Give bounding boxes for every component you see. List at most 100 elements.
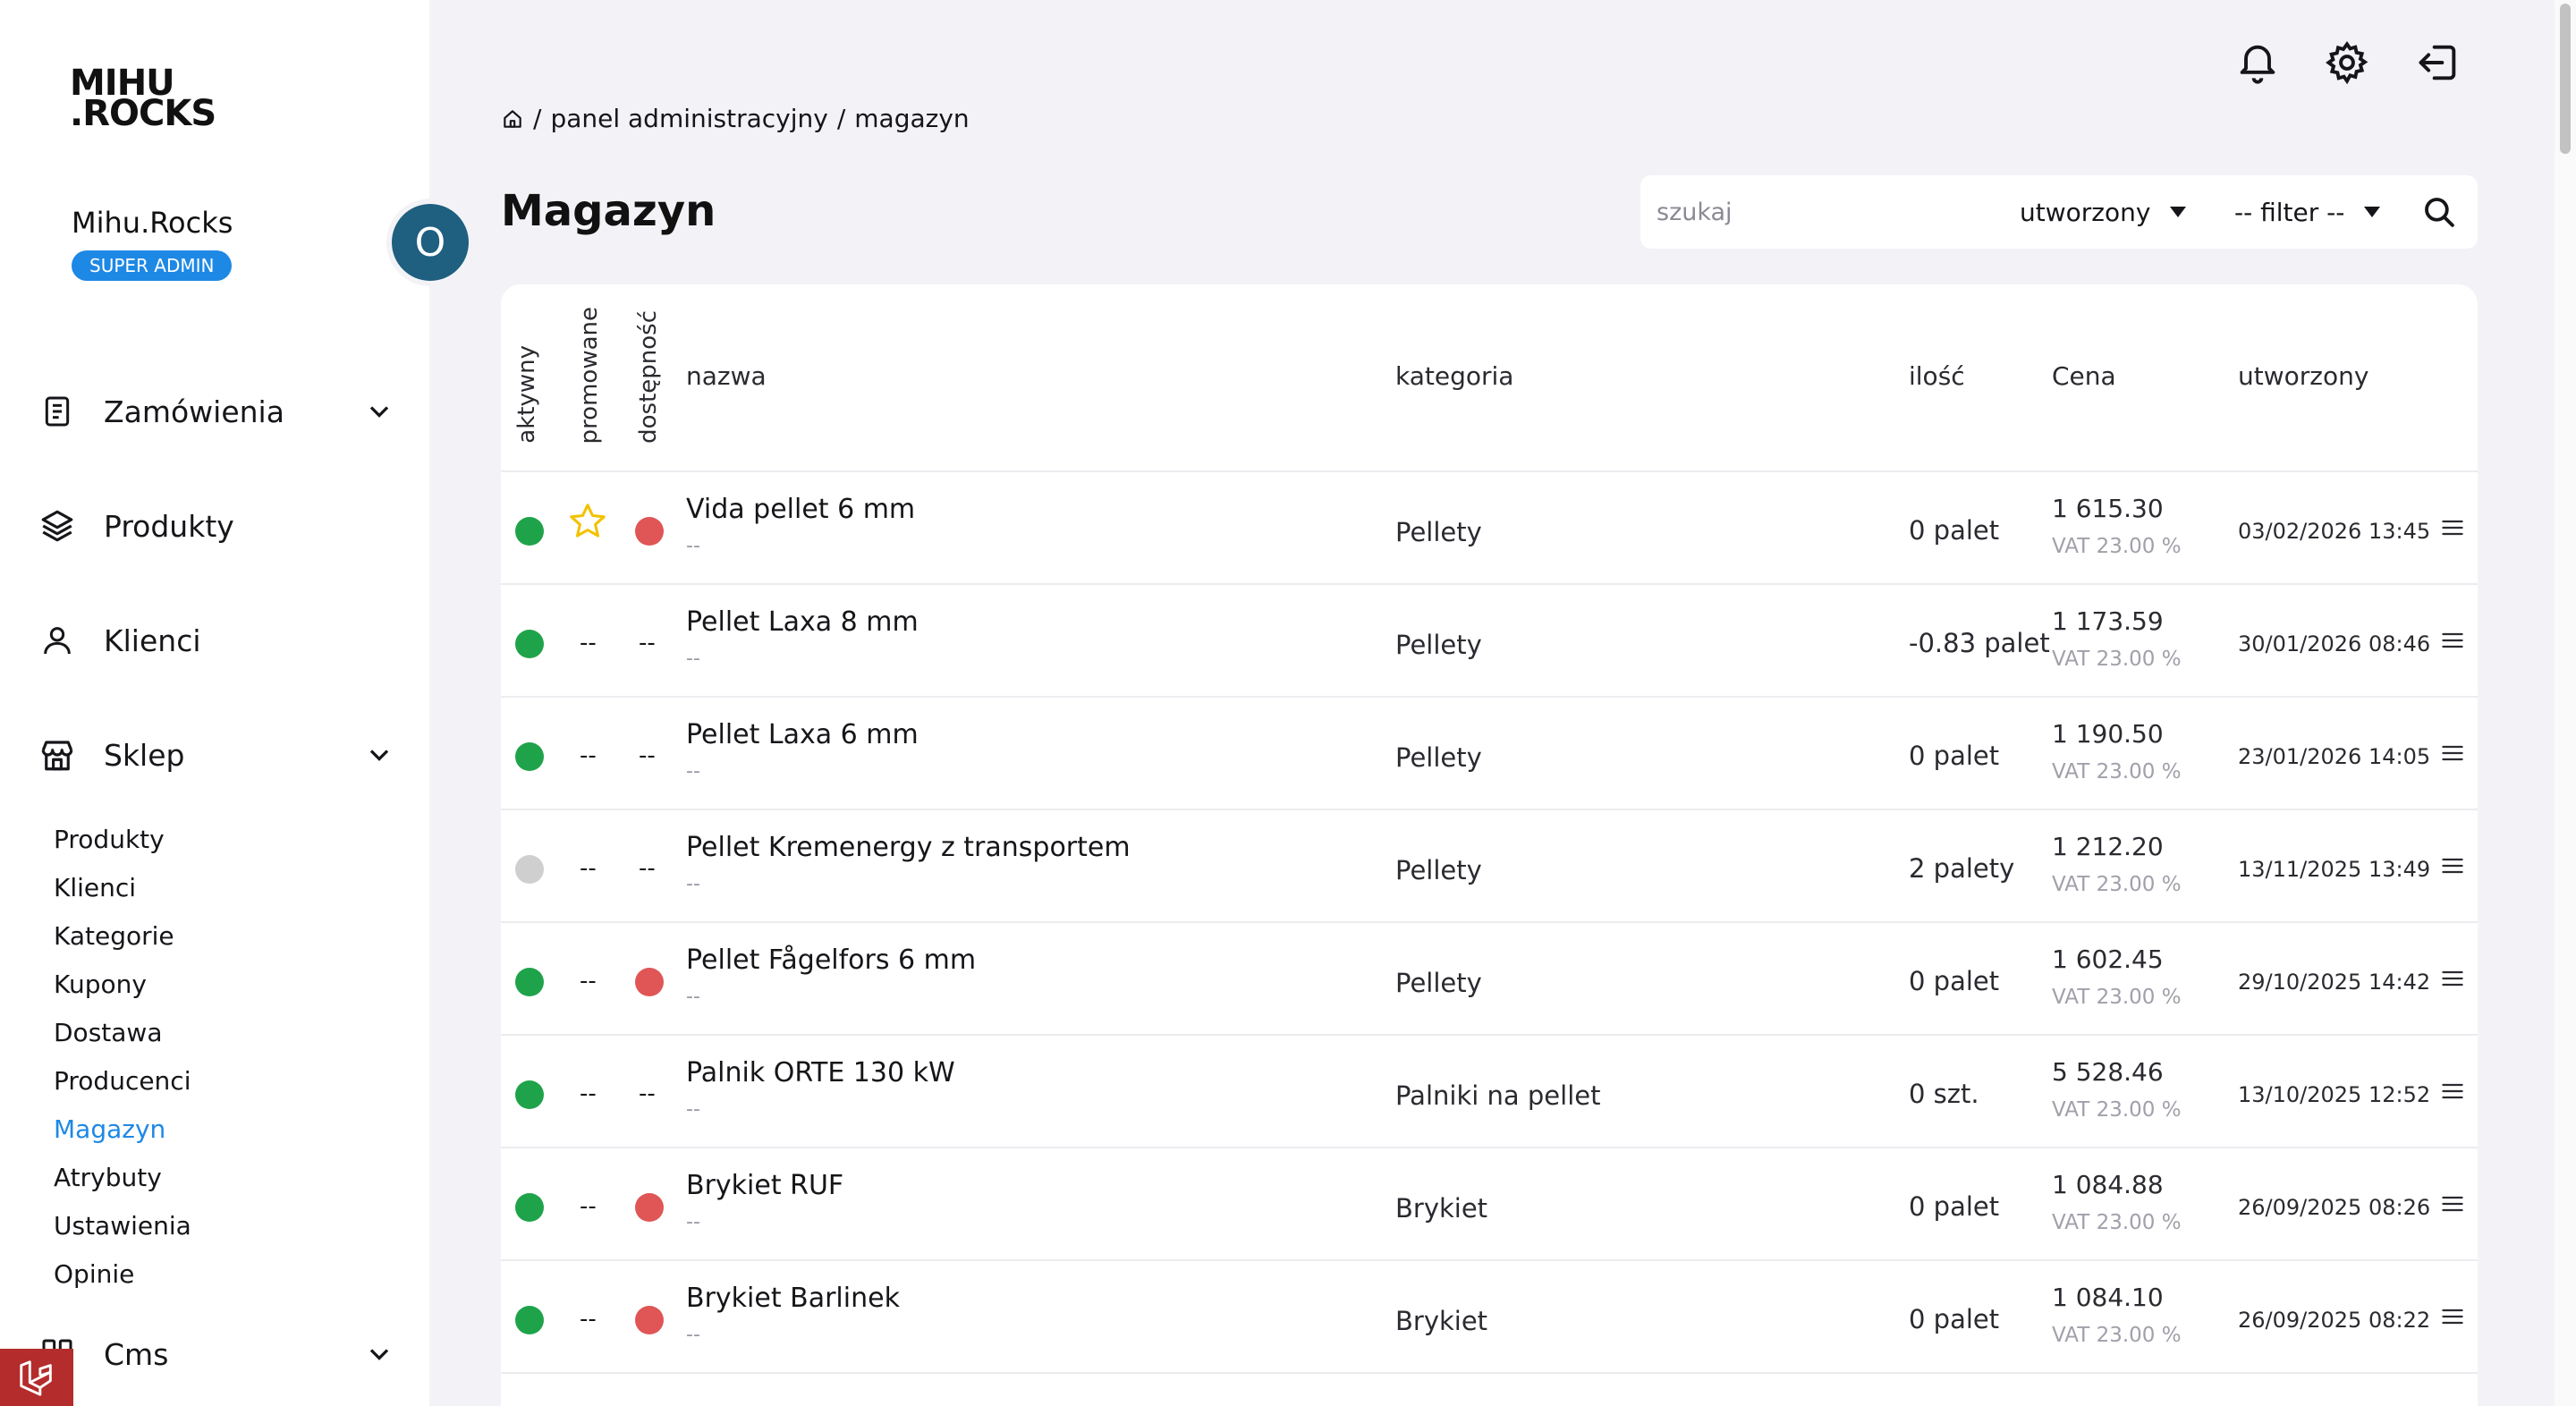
sub-item-opinie[interactable]: Opinie bbox=[54, 1259, 134, 1289]
active-status-dot[interactable] bbox=[515, 630, 544, 658]
active-status-dot[interactable] bbox=[515, 1193, 544, 1222]
nav-shop-label: Sklep bbox=[104, 737, 185, 773]
table-row[interactable]: -- Brykiet RUF -- Brykiet 0 palet 1 084.88 VAT… bbox=[501, 1148, 2478, 1261]
availability-status-dot[interactable] bbox=[635, 517, 664, 546]
nav-cms[interactable]: Cms bbox=[38, 1327, 395, 1381]
table-row[interactable]: -- Brykiet Barlinek -- Brykiet 0 palet 1 084.… bbox=[501, 1261, 2478, 1374]
product-name[interactable]: Pellet Laxa 6 mm bbox=[686, 719, 919, 750]
col-header-active[interactable]: aktywny bbox=[513, 345, 540, 444]
sub-item-kupony[interactable]: Kupony bbox=[54, 970, 147, 999]
sub-item-ustawienia[interactable]: Ustawienia bbox=[54, 1211, 191, 1241]
col-header-availability[interactable]: dostępność bbox=[635, 310, 662, 444]
promoted-empty[interactable]: -- bbox=[580, 1080, 597, 1107]
col-header-created[interactable]: utworzony bbox=[2238, 361, 2368, 391]
promoted-empty[interactable]: -- bbox=[580, 968, 597, 995]
active-status-dot[interactable] bbox=[515, 517, 544, 546]
availability-empty[interactable]: -- bbox=[639, 742, 656, 769]
bell-icon[interactable] bbox=[2234, 39, 2281, 86]
active-status-dot[interactable] bbox=[515, 1080, 544, 1109]
table-row[interactable]: -- -- Pellet Kremenergy z transportem -- Pel… bbox=[501, 810, 2478, 923]
col-header-name[interactable]: nazwa bbox=[686, 361, 767, 391]
product-name[interactable]: Pellet Laxa 8 mm bbox=[686, 606, 919, 638]
nav-shop[interactable]: Sklep bbox=[38, 728, 395, 782]
active-status-dot[interactable] bbox=[515, 855, 544, 884]
product-price: 1 190.50 bbox=[2052, 719, 2164, 749]
breadcrumb-link[interactable]: panel administracyjny bbox=[550, 104, 827, 133]
search-bar: utworzony -- filter -- bbox=[1640, 175, 2478, 249]
row-menu-icon[interactable] bbox=[2440, 1304, 2465, 1329]
active-status-dot[interactable] bbox=[515, 742, 544, 771]
product-category: Pellety bbox=[1395, 968, 1482, 998]
row-menu-icon[interactable] bbox=[2440, 966, 2465, 991]
avatar[interactable]: O bbox=[392, 204, 469, 281]
row-menu-icon[interactable] bbox=[2440, 853, 2465, 878]
row-menu-icon[interactable] bbox=[2440, 628, 2465, 653]
home-icon[interactable] bbox=[501, 107, 524, 131]
promoted-empty[interactable]: -- bbox=[580, 1193, 597, 1220]
product-price: 1 084.88 bbox=[2052, 1170, 2164, 1199]
table-header: aktywny promowane dostępność nazwa kateg… bbox=[501, 284, 2478, 472]
col-header-category[interactable]: kategoria bbox=[1395, 361, 1513, 391]
product-vat: VAT 23.00 % bbox=[2052, 1098, 2182, 1122]
chevron-down-icon[interactable] bbox=[363, 1338, 395, 1370]
product-vat: VAT 23.00 % bbox=[2052, 1211, 2182, 1234]
col-header-promoted[interactable]: promowane bbox=[576, 307, 603, 444]
active-status-dot[interactable] bbox=[515, 1306, 544, 1334]
availability-status-dot[interactable] bbox=[635, 1306, 664, 1334]
debugbar-toggle[interactable] bbox=[0, 1349, 73, 1406]
row-menu-icon[interactable] bbox=[2440, 1079, 2465, 1104]
nav-clients[interactable]: Klienci bbox=[38, 614, 395, 667]
product-created-date: 26/09/2025 08:26 bbox=[2238, 1195, 2431, 1220]
nav-orders[interactable]: Zamówienia bbox=[38, 385, 395, 438]
filter-select[interactable]: -- filter -- bbox=[2234, 191, 2381, 233]
col-header-quantity[interactable]: ilość bbox=[1909, 361, 1965, 391]
gear-icon[interactable] bbox=[2324, 39, 2370, 86]
product-subtitle: -- bbox=[686, 1324, 700, 1346]
product-price: 1 084.10 bbox=[2052, 1283, 2164, 1312]
promoted-empty[interactable]: -- bbox=[580, 1306, 597, 1333]
availability-empty[interactable]: -- bbox=[639, 630, 656, 656]
product-quantity: 2 palety bbox=[1909, 853, 2015, 884]
logo[interactable]: MIHU .ROCKS bbox=[70, 65, 216, 131]
availability-status-dot[interactable] bbox=[635, 968, 664, 996]
nav-products[interactable]: Produkty bbox=[38, 499, 395, 553]
table-row[interactable]: Vida pellet 6 mm -- Pellety 0 palet 1 615.30… bbox=[501, 472, 2478, 585]
product-name[interactable]: Brykiet RUF bbox=[686, 1170, 843, 1201]
sub-item-dostawa[interactable]: Dostawa bbox=[54, 1018, 162, 1047]
active-status-dot[interactable] bbox=[515, 968, 544, 996]
table-row[interactable]: -- Pellet Fågelfors 6 mm -- Pellety 0 palet 1… bbox=[501, 923, 2478, 1036]
product-name[interactable]: Brykiet Barlinek bbox=[686, 1283, 900, 1314]
availability-empty[interactable]: -- bbox=[639, 1080, 656, 1107]
product-name[interactable]: Pellet Kremenergy z transportem bbox=[686, 832, 1131, 863]
row-menu-icon[interactable] bbox=[2440, 1191, 2465, 1216]
search-icon[interactable] bbox=[2420, 193, 2458, 231]
star-icon[interactable] bbox=[567, 501, 608, 542]
product-name[interactable]: Vida pellet 6 mm bbox=[686, 494, 915, 525]
promoted-empty[interactable]: -- bbox=[580, 630, 597, 656]
product-name[interactable]: Pellet Fågelfors 6 mm bbox=[686, 944, 976, 976]
sub-item-klienci[interactable]: Klienci bbox=[54, 873, 136, 902]
col-header-price[interactable]: Cena bbox=[2052, 361, 2116, 391]
sub-item-atrybuty[interactable]: Atrybuty bbox=[54, 1163, 162, 1192]
availability-empty[interactable]: -- bbox=[639, 855, 656, 882]
chevron-down-icon[interactable] bbox=[363, 739, 395, 771]
table-row[interactable]: -- -- Pellet Laxa 6 mm -- Pellety 0 palet 1 19… bbox=[501, 698, 2478, 810]
logout-icon[interactable] bbox=[2415, 39, 2462, 86]
page-scrollbar[interactable] bbox=[2555, 0, 2576, 1406]
sub-item-kategorie[interactable]: Kategorie bbox=[54, 921, 174, 951]
table-row[interactable]: -- -- Palnik ORTE 130 kW -- Palniki na pelle… bbox=[501, 1036, 2478, 1148]
sub-item-magazyn[interactable]: Magazyn bbox=[54, 1114, 165, 1144]
promoted-empty[interactable]: -- bbox=[580, 742, 597, 769]
sub-item-produkty[interactable]: Produkty bbox=[54, 825, 165, 854]
sort-select[interactable]: utworzony bbox=[2020, 191, 2187, 233]
product-name[interactable]: Palnik ORTE 130 kW bbox=[686, 1057, 955, 1088]
table-row[interactable]: -- -- Pellet Laxa 8 mm -- Pellety -0.83 palet… bbox=[501, 585, 2478, 698]
search-input[interactable] bbox=[1657, 191, 1979, 233]
row-menu-icon[interactable] bbox=[2440, 515, 2465, 540]
row-menu-icon[interactable] bbox=[2440, 741, 2465, 766]
chevron-down-icon[interactable] bbox=[363, 395, 395, 428]
availability-status-dot[interactable] bbox=[635, 1193, 664, 1222]
promoted-empty[interactable]: -- bbox=[580, 855, 597, 882]
sub-item-producenci[interactable]: Producenci bbox=[54, 1066, 191, 1096]
scrollbar-thumb[interactable] bbox=[2560, 4, 2571, 154]
